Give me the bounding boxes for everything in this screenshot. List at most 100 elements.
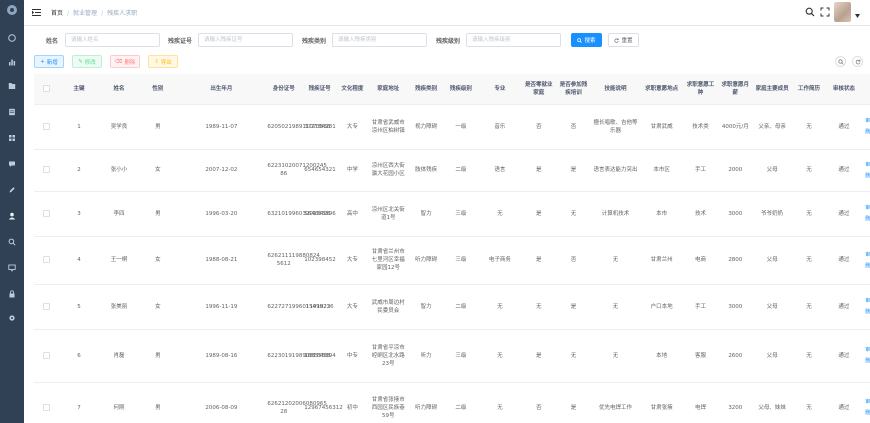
table-cell: 通过	[826, 329, 862, 383]
delete-link[interactable]: 删除	[865, 357, 870, 365]
table-row[interactable]: 4 王一桐女 1988-08-21 626211119880824 5612 10239…	[34, 236, 870, 285]
delete-link[interactable]: 删除	[865, 409, 870, 417]
table-row[interactable]: 7 何刚男 2006-08-09 62621202006080965 28 129674…	[34, 382, 870, 423]
search-icon[interactable]	[8, 238, 16, 246]
header-search-icon[interactable]	[805, 7, 815, 17]
edit-button[interactable]: ✎ 修改	[72, 55, 102, 68]
delete-button[interactable]: ⌫ 删除	[110, 55, 140, 68]
delete-link[interactable]: 删除	[865, 215, 870, 223]
table-cell: 二级	[443, 382, 479, 423]
review-link[interactable]: 审核	[865, 204, 870, 212]
column-header: 求职意愿月薪	[717, 74, 753, 105]
chart-icon[interactable]	[8, 58, 16, 66]
folder-icon[interactable]	[8, 82, 16, 90]
name-input[interactable]	[65, 33, 160, 47]
user-icon[interactable]	[8, 212, 16, 220]
edit-icon[interactable]	[8, 186, 16, 194]
row-checkbox[interactable]	[42, 166, 50, 173]
row-actions: 审核删除	[863, 117, 870, 136]
grid-icon[interactable]	[8, 134, 16, 142]
column-header: 残疾类别	[408, 74, 444, 105]
monitor-icon[interactable]	[8, 264, 16, 272]
table-cell: 564683396	[302, 191, 338, 237]
table-cell: 102398452	[302, 236, 338, 285]
column-header: 审核状态	[826, 74, 862, 105]
row-select-cell	[34, 149, 59, 192]
review-link[interactable]: 审核	[865, 117, 870, 125]
hamburger-icon[interactable]	[32, 8, 41, 17]
table-row[interactable]: 5 张美丽女 1996-11-19 622727199601101922 1549823…	[34, 284, 870, 330]
table-cell: 甘肃省张掖市西园区民族巷59号	[367, 382, 409, 423]
row-select-cell	[34, 382, 59, 423]
table-cell: 王一桐	[99, 236, 139, 285]
table-cell: 一级	[443, 104, 479, 150]
review-link[interactable]: 审核	[865, 398, 870, 406]
row-select-cell	[34, 284, 59, 330]
column-header: 求职意愿地点	[640, 74, 684, 105]
column-header: 身份证号	[265, 74, 303, 105]
disability-level-input[interactable]	[466, 33, 561, 47]
row-checkbox[interactable]	[42, 209, 50, 217]
add-button-label: 新增	[46, 59, 58, 66]
table-cell: 甘肃张掖	[640, 382, 684, 423]
table-cell: 2	[58, 149, 100, 192]
avatar[interactable]	[834, 2, 851, 22]
review-link[interactable]: 审核	[865, 251, 870, 259]
table-cell: 654654321	[302, 149, 338, 192]
search-button[interactable]: 搜索	[571, 33, 602, 47]
breadcrumb-home[interactable]: 首页	[51, 10, 63, 17]
table-cell: 女	[138, 236, 178, 285]
lock-icon[interactable]	[8, 290, 16, 298]
review-link[interactable]: 审核	[865, 297, 870, 305]
table-cell: 男	[138, 104, 178, 150]
table-cell: 无	[478, 284, 522, 330]
row-checkbox[interactable]	[42, 403, 50, 411]
table-cell: 甘肃兰州	[640, 236, 684, 285]
dashboard-icon[interactable]	[8, 34, 16, 42]
review-link[interactable]: 审核	[865, 161, 870, 169]
caret-down-icon[interactable]	[855, 14, 860, 18]
export-button[interactable]: ⇩ 导出	[148, 55, 178, 68]
disability-type-input[interactable]	[332, 33, 427, 47]
disability-cert-input[interactable]	[198, 33, 293, 47]
toolbar: + 新增 ✎ 修改 ⌫ 删除 ⇩ 导出	[24, 55, 870, 69]
row-checkbox[interactable]	[42, 351, 50, 359]
breadcrumb-section[interactable]: 就业管理	[73, 10, 97, 17]
table-cell: 大专	[337, 104, 368, 150]
gear-icon[interactable]	[8, 314, 16, 322]
table-cell: 3000	[717, 284, 753, 330]
delete-link[interactable]: 删除	[865, 262, 870, 270]
document-icon[interactable]	[8, 108, 16, 116]
select-all-checkbox[interactable]	[42, 84, 50, 92]
column-header: 专业	[478, 74, 522, 105]
row-checkbox[interactable]	[42, 302, 50, 310]
breadcrumb: 首页 / 就业管理 / 残疾人求职	[51, 8, 137, 17]
table-cell: 技术	[683, 191, 718, 237]
delete-link[interactable]: 删除	[865, 308, 870, 316]
column-header: 残疾级别	[443, 74, 479, 105]
table-cell: 初中	[337, 382, 368, 423]
table-cell: 计算机技术	[590, 191, 641, 237]
delete-link[interactable]: 删除	[865, 128, 870, 136]
refresh-button[interactable]	[852, 56, 863, 67]
table-cell: 无	[556, 329, 591, 383]
table-row[interactable]: 2 张小小女 2007-12-02 62231020071200245 86 65465…	[34, 149, 870, 192]
fullscreen-icon[interactable]	[820, 7, 830, 17]
table-cell: 2000	[717, 149, 753, 192]
row-checkbox[interactable]	[42, 122, 50, 130]
table-row[interactable]: 6 肖磊男 1989-08-16 622301919890816458 16855589…	[34, 329, 870, 383]
table-row[interactable]: 3 李四男 1996-03-20 632101996032015496 56468339…	[34, 191, 870, 237]
row-checkbox[interactable]	[42, 256, 50, 263]
toggle-search-button[interactable]	[835, 56, 846, 67]
message-icon[interactable]	[8, 160, 16, 168]
table-cell: 二级	[443, 284, 479, 330]
add-button[interactable]: + 新增	[34, 55, 64, 68]
table-cell: 是	[521, 236, 557, 285]
column-header: 出生年月	[177, 74, 266, 105]
review-link[interactable]: 审核	[865, 346, 870, 354]
table-row[interactable]: 1 吴学良男 1989-11-07 620502198911073836 3721642…	[34, 104, 870, 150]
table-cell: 是	[556, 149, 591, 192]
breadcrumb-separator: /	[101, 10, 104, 17]
delete-link[interactable]: 删除	[865, 172, 870, 180]
reset-button[interactable]: 重置	[608, 33, 639, 47]
